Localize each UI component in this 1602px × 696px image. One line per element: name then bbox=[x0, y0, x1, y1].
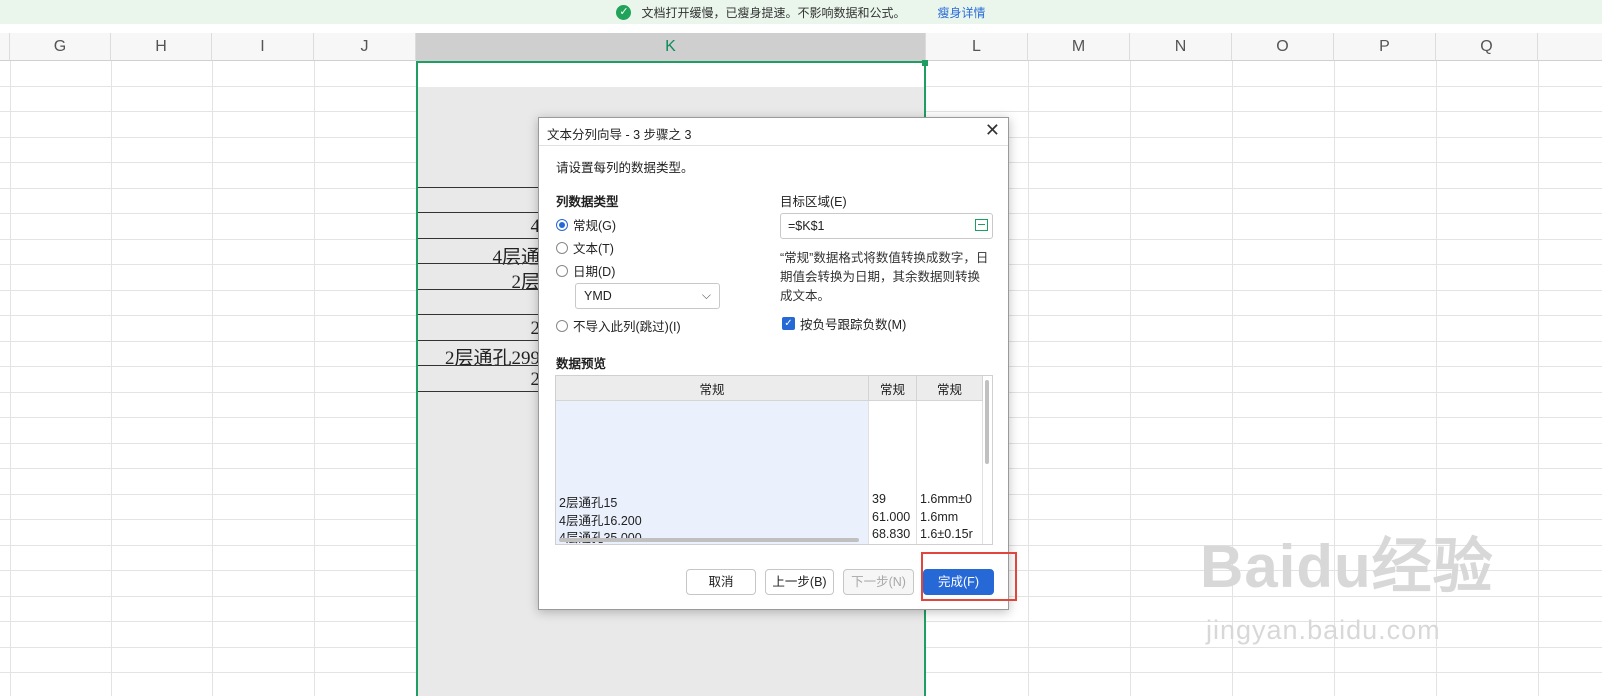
radio-label: 不导入此列(跳过)(I) bbox=[573, 320, 681, 334]
text-to-columns-dialog: 文本分列向导 - 3 步骤之 3 ✕ 请设置每列的数据类型。 列数据类型 常规(… bbox=[538, 117, 1009, 610]
baidu-watermark-logo: Baidu经验 bbox=[1200, 533, 1494, 600]
radio-checked-icon bbox=[556, 218, 568, 231]
column-header-i[interactable]: I bbox=[212, 33, 314, 61]
column-header-l[interactable]: L bbox=[926, 33, 1028, 61]
preview-cell: 1.6mm±0 bbox=[920, 492, 973, 506]
next-button[interactable]: 下一步(N) bbox=[843, 569, 914, 595]
preview-column-header[interactable]: 常规 bbox=[869, 376, 917, 401]
radio-unchecked-icon bbox=[556, 241, 568, 254]
column-header-g[interactable]: G bbox=[10, 33, 111, 61]
preview-cell: 4层通孔35.000 bbox=[559, 527, 642, 544]
format-description: “常规”数据格式将数值转换成数字，日期值会转换为日期，其余数据则转换成文本。 bbox=[780, 251, 989, 303]
cell-text: 4层通 bbox=[492, 247, 540, 268]
column-header-k[interactable]: K bbox=[416, 33, 926, 61]
preview-cell: 39 bbox=[872, 492, 886, 506]
preview-cell: 2层通孔15 bbox=[559, 496, 618, 510]
cancel-button[interactable]: 取消 bbox=[686, 569, 756, 595]
data-preview[interactable]: 常规 常规 常规 2层通孔15 4层通孔16.200 4层通孔35.000 39… bbox=[555, 375, 993, 545]
highlight-box bbox=[921, 552, 1017, 601]
column-type-heading: 列数据类型 bbox=[556, 195, 619, 209]
column-header-partial[interactable] bbox=[0, 33, 10, 61]
preview-cell: 1.6±0.15r bbox=[920, 527, 973, 541]
chevron-down-icon: ⌵ bbox=[701, 288, 711, 302]
horizontal-scrollbar[interactable] bbox=[559, 538, 859, 542]
column-header-h[interactable]: H bbox=[111, 33, 212, 61]
target-area-value: =$K$1 bbox=[788, 219, 825, 233]
preview-column[interactable]: 1.6mm±0 1.6mm 1.6±0.15r bbox=[917, 401, 983, 544]
preview-cell: 61.000 bbox=[872, 510, 911, 524]
target-area-label: 目标区域(E) bbox=[780, 195, 847, 209]
target-area-input[interactable]: =$K$1 bbox=[780, 213, 993, 239]
preview-column[interactable]: 39 61.000 68.830 bbox=[869, 401, 917, 544]
checkbox-checked-icon: ✓ bbox=[782, 317, 795, 330]
vertical-scrollbar[interactable] bbox=[985, 380, 989, 464]
preview-cell: 1.6mm bbox=[920, 510, 959, 524]
radio-label: 常规(G) bbox=[573, 219, 617, 233]
fill-handle[interactable] bbox=[922, 60, 928, 66]
checkbox-label: 按负号跟踪负数(M) bbox=[800, 318, 907, 332]
dialog-title: 文本分列向导 - 3 步骤之 3 bbox=[547, 128, 692, 142]
preview-column-header[interactable]: 常规 bbox=[917, 376, 983, 401]
title-divider bbox=[539, 145, 1008, 146]
radio-text[interactable]: 文本(T) bbox=[556, 238, 614, 257]
active-cell[interactable] bbox=[418, 63, 924, 87]
close-icon[interactable]: ✕ bbox=[985, 120, 1000, 141]
column-header-partial-right[interactable] bbox=[1538, 33, 1602, 61]
column-header-o[interactable]: O bbox=[1232, 33, 1334, 61]
notification-message: 文档打开缓慢，已瘦身提速。不影响数据和公式。 bbox=[641, 5, 906, 20]
notification-bar: ✓ 文档打开缓慢，已瘦身提速。不影响数据和公式。 瘦身详情 bbox=[0, 0, 1602, 24]
column-header-n[interactable]: N bbox=[1130, 33, 1232, 61]
preview-column-selected[interactable]: 2层通孔15 4层通孔16.200 4层通孔35.000 bbox=[556, 401, 869, 544]
slim-details-link[interactable]: 瘦身详情 bbox=[938, 4, 986, 21]
radio-general[interactable]: 常规(G) bbox=[556, 215, 616, 234]
radio-unchecked-icon bbox=[556, 319, 568, 332]
preview-cell: 68.830 bbox=[872, 527, 911, 541]
date-format-value: YMD bbox=[584, 289, 612, 303]
radio-skip-column[interactable]: 不导入此列(跳过)(I) bbox=[556, 316, 681, 335]
back-button[interactable]: 上一步(B) bbox=[765, 569, 834, 595]
range-picker-icon[interactable] bbox=[975, 219, 988, 231]
negative-sign-checkbox[interactable]: ✓ 按负号跟踪负数(M) bbox=[782, 314, 906, 333]
instruction-text: 请设置每列的数据类型。 bbox=[556, 161, 694, 175]
column-header-m[interactable]: M bbox=[1028, 33, 1130, 61]
column-header-q[interactable]: Q bbox=[1436, 33, 1538, 61]
radio-unchecked-icon bbox=[556, 264, 568, 277]
preview-column-header[interactable]: 常规 bbox=[556, 376, 869, 401]
column-header-j[interactable]: J bbox=[314, 33, 416, 61]
radio-date[interactable]: 日期(D) bbox=[556, 261, 615, 280]
cell-text: 2 bbox=[530, 369, 541, 390]
cell-text: 4 bbox=[530, 216, 541, 237]
date-format-select[interactable]: YMD ⌵ bbox=[575, 283, 720, 309]
check-circle-icon: ✓ bbox=[616, 4, 632, 20]
preview-heading: 数据预览 bbox=[556, 357, 607, 371]
radio-label: 文本(T) bbox=[573, 242, 614, 256]
column-header-p[interactable]: P bbox=[1334, 33, 1436, 61]
radio-label: 日期(D) bbox=[573, 265, 616, 279]
baidu-watermark-url: jingyan.baidu.com bbox=[1206, 615, 1441, 645]
cell-text: 2 bbox=[530, 318, 541, 339]
